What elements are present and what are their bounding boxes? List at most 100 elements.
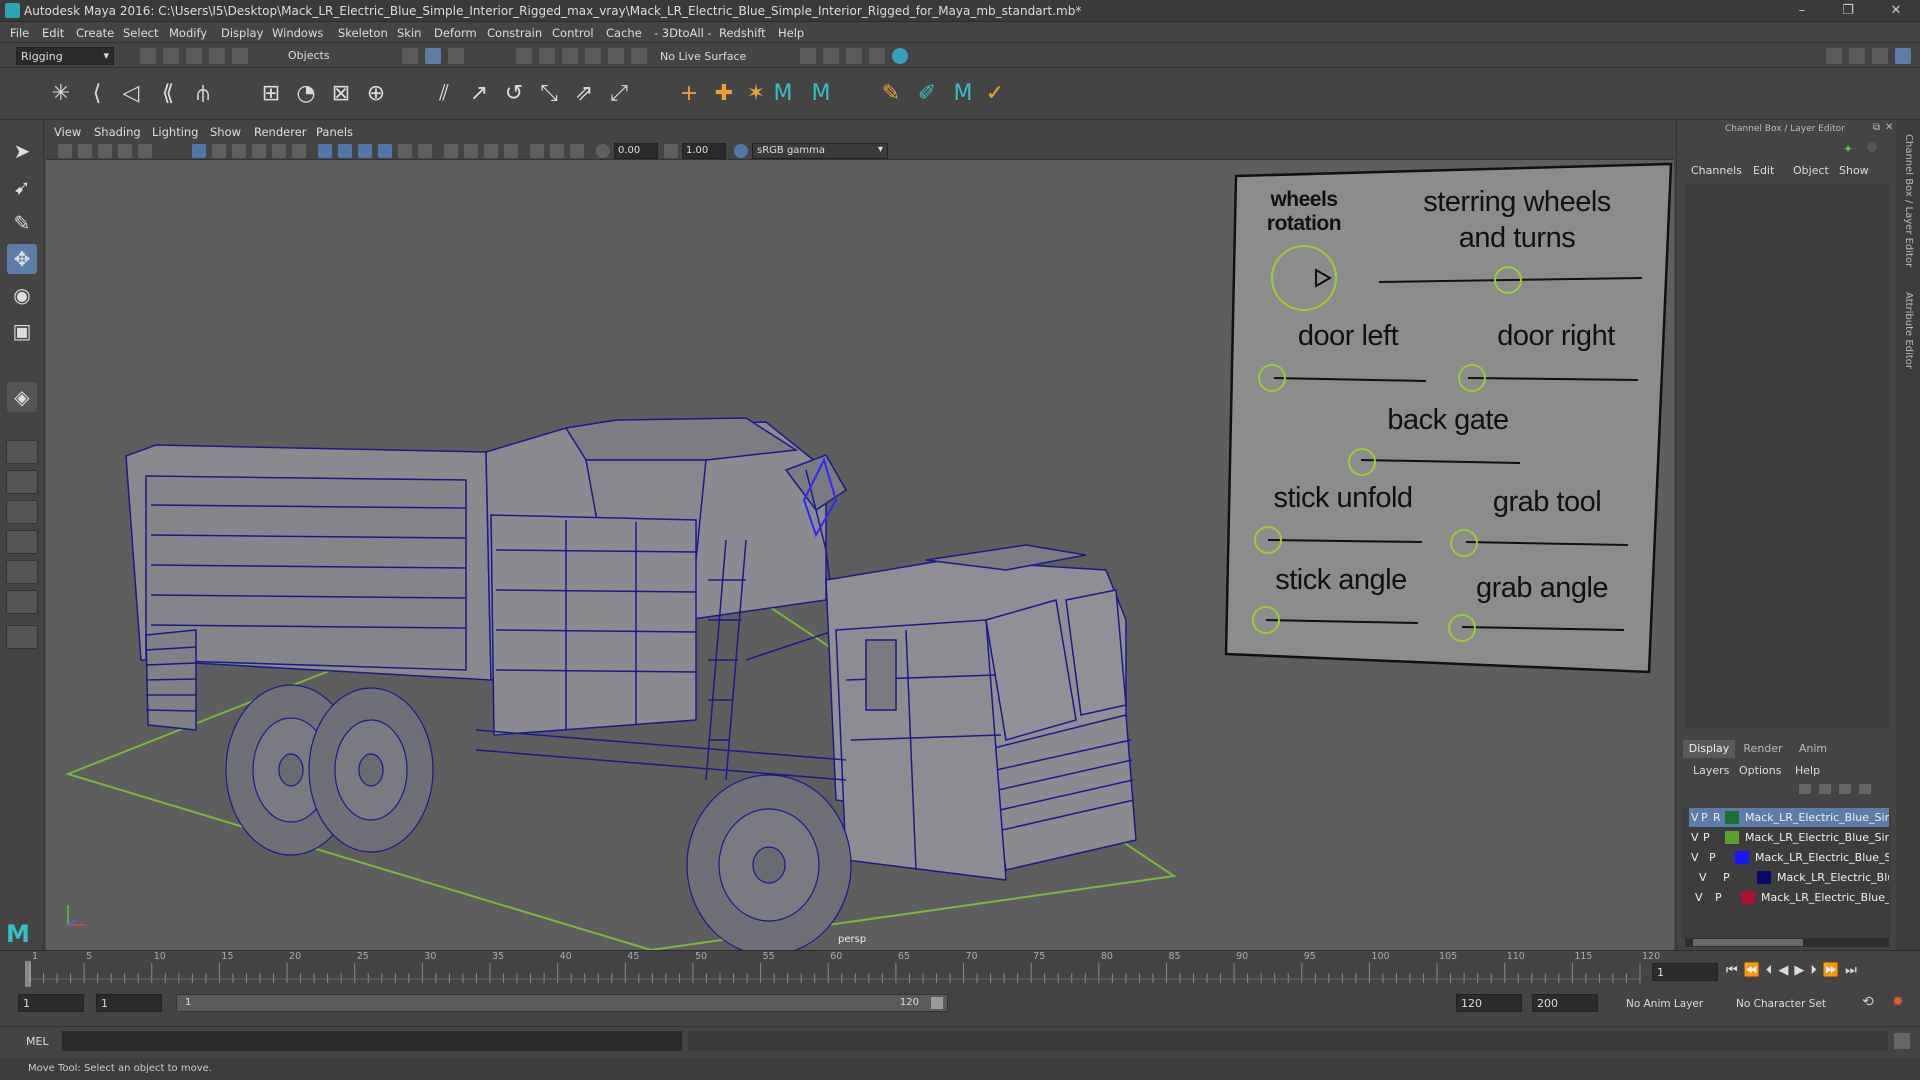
lasso-tool-icon[interactable]: ➹ xyxy=(7,172,37,202)
layer-scrollbar[interactable] xyxy=(1685,938,1889,947)
select-tool-icon[interactable]: ➤ xyxy=(7,136,37,166)
layer-reference[interactable]: R xyxy=(1713,811,1721,824)
tab-anim[interactable]: Anim xyxy=(1791,740,1835,758)
layer-row[interactable]: V P Mack_LR_Electric_Blue_Simple xyxy=(1689,828,1889,847)
move-layer-down-icon[interactable] xyxy=(1819,784,1831,794)
bookmark-icon[interactable] xyxy=(98,144,112,158)
move-layer-up-icon[interactable] xyxy=(1799,784,1811,794)
layer-color-swatch[interactable] xyxy=(1725,811,1739,824)
ik-handle-icon[interactable]: ⟨ xyxy=(84,81,110,107)
layer-row[interactable]: V P Mack_LR_Electric_Blue_Simp xyxy=(1689,848,1889,867)
restore-button[interactable]: ❐ xyxy=(1832,2,1864,20)
orient-constraint-icon[interactable]: ↺ xyxy=(501,81,527,107)
script-editor-icon[interactable] xyxy=(1894,1033,1910,1049)
layer-playback[interactable]: P xyxy=(1703,831,1710,844)
playback-controls[interactable]: ⏮⏪⏴◀▶⏵⏩⏭ xyxy=(1726,963,1863,978)
layer-row[interactable]: V P R Mack_LR_Electric_Blue_Simple xyxy=(1689,808,1889,827)
snap-grid-icon[interactable] xyxy=(516,48,532,64)
layer-playback[interactable]: P xyxy=(1709,851,1716,864)
layer-visibility[interactable]: V xyxy=(1695,891,1703,904)
toggle-attribute-editor-icon[interactable] xyxy=(1872,48,1888,64)
layer-visibility[interactable]: V xyxy=(1691,831,1699,844)
sync-icon[interactable] xyxy=(1867,142,1877,152)
xray-icon[interactable] xyxy=(378,144,392,158)
wireframe-icon[interactable] xyxy=(318,144,332,158)
set-driven-key-icon[interactable]: ✚ xyxy=(711,81,737,107)
pin-icon[interactable]: ✦ xyxy=(1843,142,1853,156)
joint-tool-icon[interactable]: ✳ xyxy=(48,81,74,107)
menu-help[interactable]: Help xyxy=(778,26,804,40)
aim-constraint-icon[interactable]: ⇗ xyxy=(571,81,597,107)
new-scene-icon[interactable] xyxy=(140,48,156,64)
start-time-field[interactable]: 1 xyxy=(18,994,84,1012)
vp-menu-renderer[interactable]: Renderer xyxy=(254,125,307,139)
auto-key-icon[interactable]: ⟲ xyxy=(1862,994,1874,1010)
cb-menu-object[interactable]: Object xyxy=(1793,164,1829,177)
layer-visibility[interactable]: V xyxy=(1699,871,1707,884)
layer-visibility[interactable]: V xyxy=(1691,851,1699,864)
paint-select-icon[interactable]: ✎ xyxy=(7,208,37,238)
layout-single-pane-button[interactable] xyxy=(6,440,38,464)
layout-hypershade-button[interactable] xyxy=(6,590,38,614)
vp-menu-view[interactable]: View xyxy=(54,125,81,139)
toggle-tool-settings-icon[interactable] xyxy=(1895,48,1911,64)
select-camera-icon[interactable] xyxy=(58,144,72,158)
range-slider[interactable]: 1 120 xyxy=(176,994,948,1012)
xray-active-icon[interactable] xyxy=(570,144,584,158)
channel-list[interactable] xyxy=(1685,184,1889,728)
minimize-button[interactable]: – xyxy=(1786,2,1818,20)
selection-mode-dropdown[interactable]: Objects xyxy=(284,47,376,65)
step-forward-key-icon[interactable]: ⏩ xyxy=(1823,963,1845,978)
command-input[interactable] xyxy=(62,1031,682,1051)
float-panel-icon[interactable]: ⧉ xyxy=(1873,122,1880,133)
menu-skin[interactable]: Skin xyxy=(397,26,421,40)
hypershade-icon[interactable] xyxy=(892,48,908,64)
gamma-field[interactable]: 1.00 xyxy=(682,143,726,159)
play-forward-icon[interactable]: ▶ xyxy=(1794,963,1810,978)
render-settings-icon[interactable] xyxy=(869,48,885,64)
layer-row[interactable]: V P Mack_LR_Electric_Blue_Sim xyxy=(1689,888,1889,907)
show-manipulator-icon[interactable]: ◈ xyxy=(7,382,37,412)
film-gate-icon[interactable] xyxy=(212,144,226,158)
isolate-select-icon[interactable] xyxy=(530,144,544,158)
layer-color-swatch[interactable] xyxy=(1757,871,1771,884)
playback-start-field[interactable]: 1 xyxy=(96,994,162,1012)
new-layer-selected-icon[interactable] xyxy=(1859,784,1871,794)
ik-spline-icon[interactable]: ◁ xyxy=(118,81,144,107)
wireframe-on-shaded-icon[interactable] xyxy=(358,144,372,158)
resolution-gate-icon[interactable] xyxy=(232,144,246,158)
open-scene-icon[interactable] xyxy=(163,48,179,64)
smooth-shade-icon[interactable] xyxy=(338,144,352,158)
mirror-joint-icon[interactable]: ⫛ xyxy=(190,81,216,107)
layout-custom-button[interactable] xyxy=(6,625,38,649)
select-by-component-icon[interactable] xyxy=(448,48,464,64)
time-slider[interactable]: 1 5 10 15 20 25 30 35 40 45 50 55 60 65 70 75 80 85 90 95 10… xyxy=(0,950,1920,988)
layer-row[interactable]: V P Mack_LR_Electric_Blue_ xyxy=(1689,868,1889,887)
layer-color-swatch[interactable] xyxy=(1741,891,1755,904)
menu-deform[interactable]: Deform xyxy=(434,26,477,40)
vp-menu-lighting[interactable]: Lighting xyxy=(152,125,198,139)
layout-outliner-button[interactable] xyxy=(6,530,38,554)
gate-mask-icon[interactable] xyxy=(252,144,266,158)
menu-display[interactable]: Display xyxy=(221,26,263,40)
step-back-key-icon[interactable]: ⏪ xyxy=(1744,963,1766,978)
use-lights-icon[interactable] xyxy=(418,144,432,158)
undo-icon[interactable] xyxy=(209,48,225,64)
le-menu-options[interactable]: Options xyxy=(1739,764,1781,777)
close-panel-icon[interactable]: ✕ xyxy=(1885,122,1893,133)
color-space-dropdown[interactable]: sRGB gamma ▾ xyxy=(752,143,888,159)
new-layer-icon[interactable] xyxy=(1839,784,1851,794)
menu-cache[interactable]: Cache xyxy=(606,26,642,40)
scale-tool-icon[interactable]: ▣ xyxy=(7,316,37,346)
go-to-start-icon[interactable]: ⏮ xyxy=(1726,963,1744,978)
current-time-indicator[interactable] xyxy=(25,961,31,987)
scale-constraint-icon[interactable]: ⤡ xyxy=(536,81,562,107)
rotate-tool-icon[interactable]: ◉ xyxy=(7,280,37,310)
snap-point-icon[interactable] xyxy=(562,48,578,64)
anim-layer-dropdown[interactable]: No Anim Layer xyxy=(1626,998,1703,1010)
animation-prefs-icon[interactable]: ✹ xyxy=(1892,994,1904,1010)
menuset-dropdown[interactable]: Rigging ▾ xyxy=(16,47,114,65)
shadows-icon[interactable] xyxy=(444,144,458,158)
grid-toggle-icon[interactable] xyxy=(192,144,206,158)
layer-color-swatch[interactable] xyxy=(1725,831,1739,844)
